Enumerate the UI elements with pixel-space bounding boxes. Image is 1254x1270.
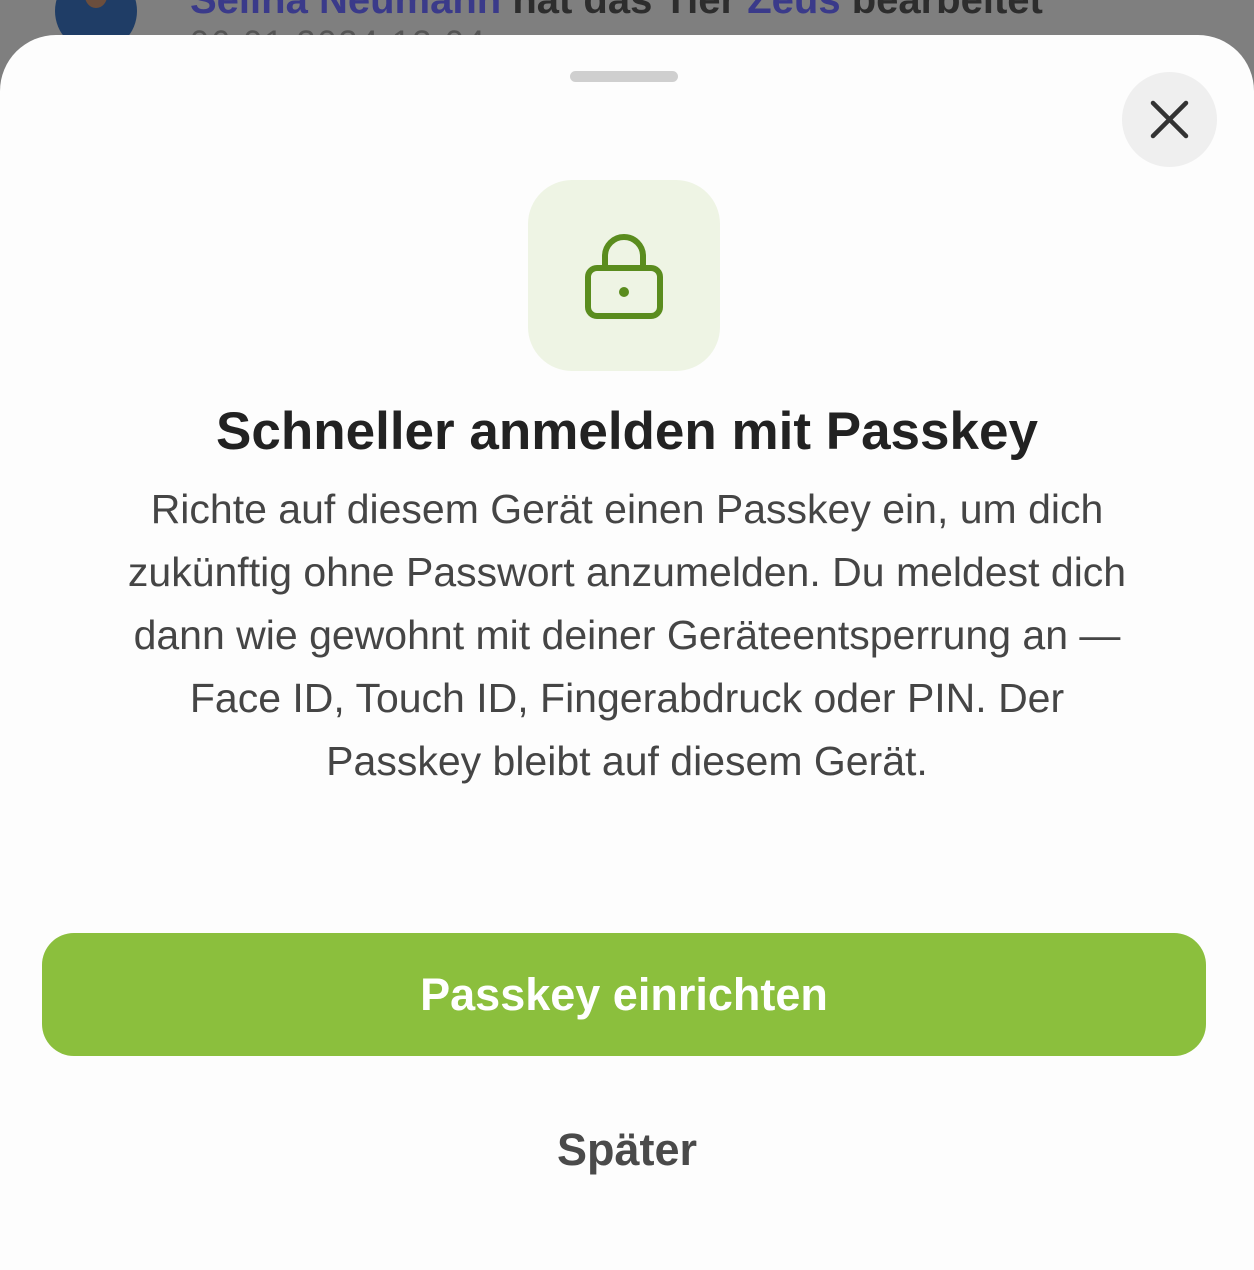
setup-passkey-button[interactable]: Passkey einrichten bbox=[42, 933, 1206, 1056]
lock-icon bbox=[585, 234, 663, 319]
passkey-sheet: Schneller anmelden mit Passkey Richte au… bbox=[0, 35, 1254, 1270]
sheet-description: Richte auf diesem Gerät einen Passkey ei… bbox=[127, 486, 1127, 784]
author-link: Selina Neumann bbox=[190, 0, 502, 22]
sheet-grabber[interactable] bbox=[570, 71, 678, 82]
later-button[interactable]: Später bbox=[427, 1113, 827, 1187]
lock-icon-tile bbox=[528, 180, 720, 371]
animal-link: Zeus bbox=[747, 0, 841, 22]
activity-action: hat das Tier bbox=[501, 0, 748, 22]
close-icon bbox=[1150, 100, 1189, 139]
close-button[interactable] bbox=[1122, 72, 1217, 167]
activity-action-end: bearbeitet bbox=[840, 0, 1043, 22]
sheet-title: Schneller anmelden mit Passkey bbox=[216, 402, 1038, 461]
activity-text: Selina Neumann hat das Tier Zeus bearbei… bbox=[190, 0, 1043, 23]
